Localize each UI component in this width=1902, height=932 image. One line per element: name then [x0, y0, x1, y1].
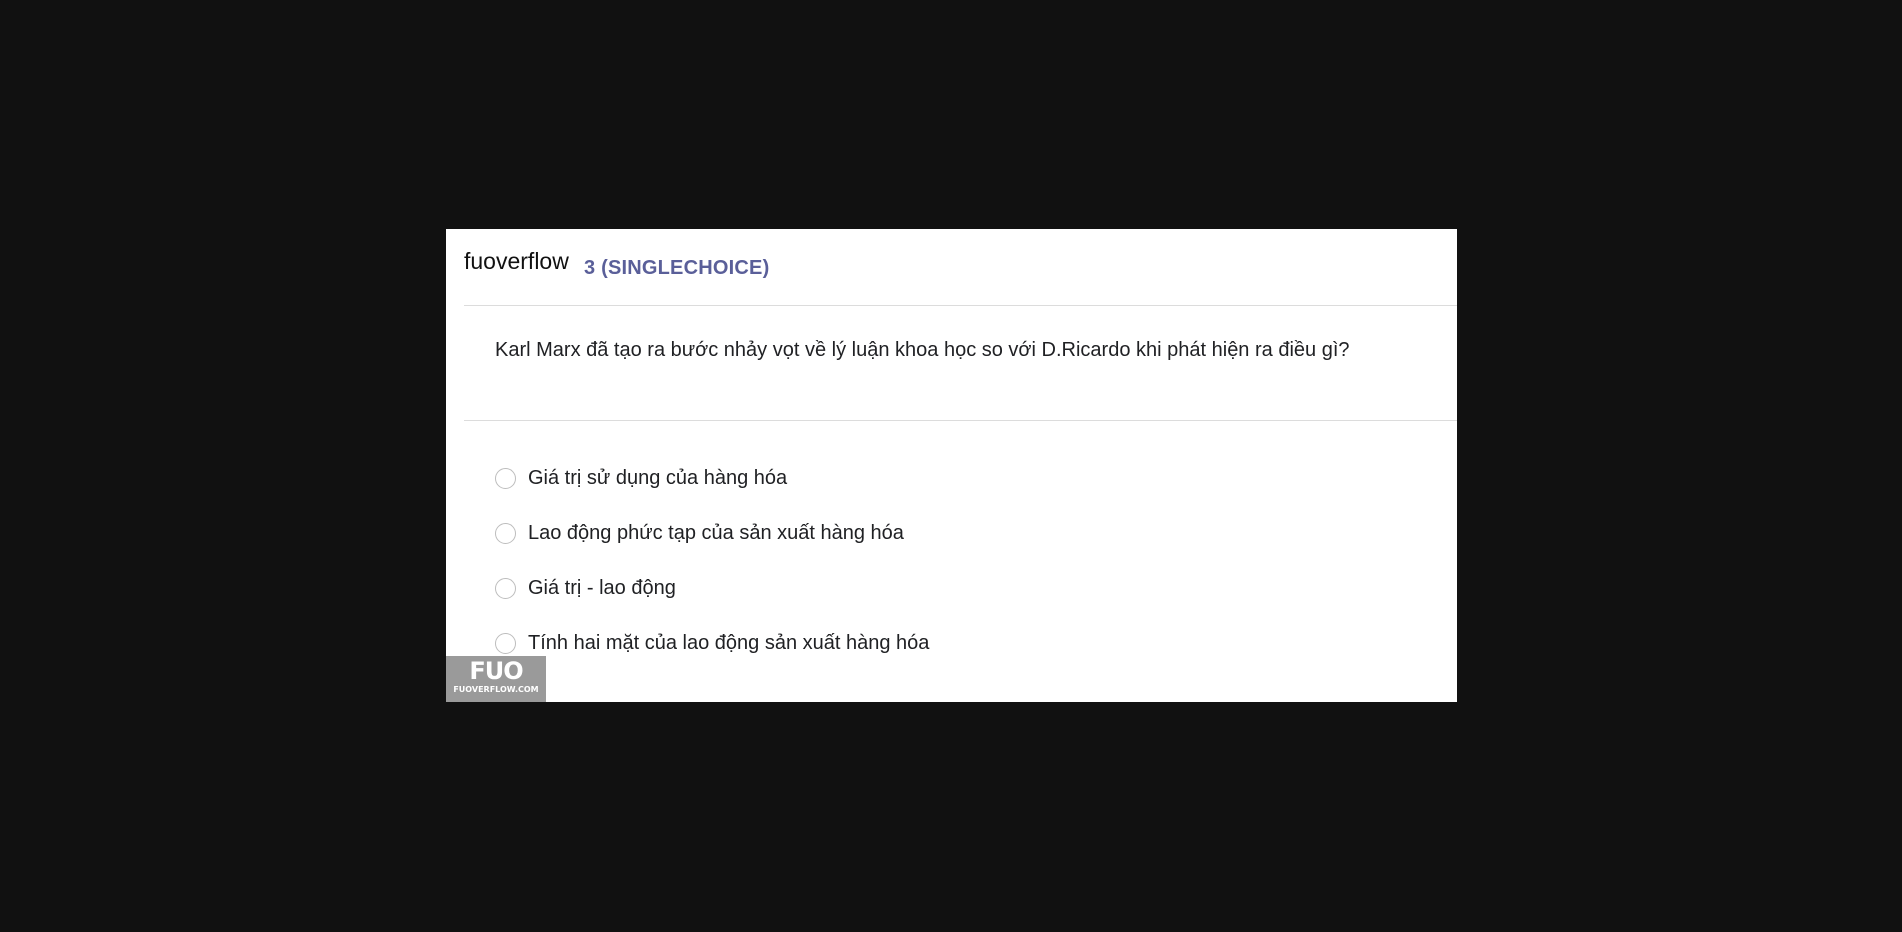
header-divider — [464, 305, 1457, 306]
answer-option[interactable]: Lao động phức tạp của sản xuất hàng hóa — [495, 506, 1395, 561]
question-card: 3 (SINGLECHOICE) fuoverflow Karl Marx đã… — [446, 229, 1457, 702]
watermark-logo: FUO FUOVERFLOW.COM — [446, 656, 546, 702]
answer-option-label: Lao động phức tạp của sản xuất hàng hóa — [528, 522, 904, 544]
answer-options: Giá trị sử dụng của hàng hóa Lao động ph… — [495, 451, 1395, 671]
question-type-label: 3 (SINGLECHOICE) — [584, 257, 770, 279]
answer-option[interactable]: Giá trị sử dụng của hàng hóa — [495, 451, 1395, 506]
answer-option-label: Tính hai mặt của lao động sản xuất hàng … — [528, 632, 930, 654]
answer-option[interactable]: Tính hai mặt của lao động sản xuất hàng … — [495, 616, 1395, 671]
question-text: Karl Marx đã tạo ra bước nhảy vọt về lý … — [495, 339, 1350, 361]
question-divider — [464, 420, 1457, 421]
radio-button[interactable] — [495, 578, 516, 599]
watermark-logo-text: FUO — [469, 657, 523, 685]
answer-option-label: Giá trị sử dụng của hàng hóa — [528, 467, 788, 489]
radio-button[interactable] — [495, 468, 516, 489]
radio-button[interactable] — [495, 523, 516, 544]
answer-option[interactable]: Giá trị - lao động — [495, 561, 1395, 616]
watermark-domain: FUOVERFLOW.COM — [453, 685, 539, 694]
radio-button[interactable] — [495, 633, 516, 654]
answer-option-label: Giá trị - lao động — [528, 577, 676, 599]
question-header: 3 (SINGLECHOICE) fuoverflow — [446, 229, 1457, 305]
brand-label: fuoverflow — [464, 248, 569, 274]
